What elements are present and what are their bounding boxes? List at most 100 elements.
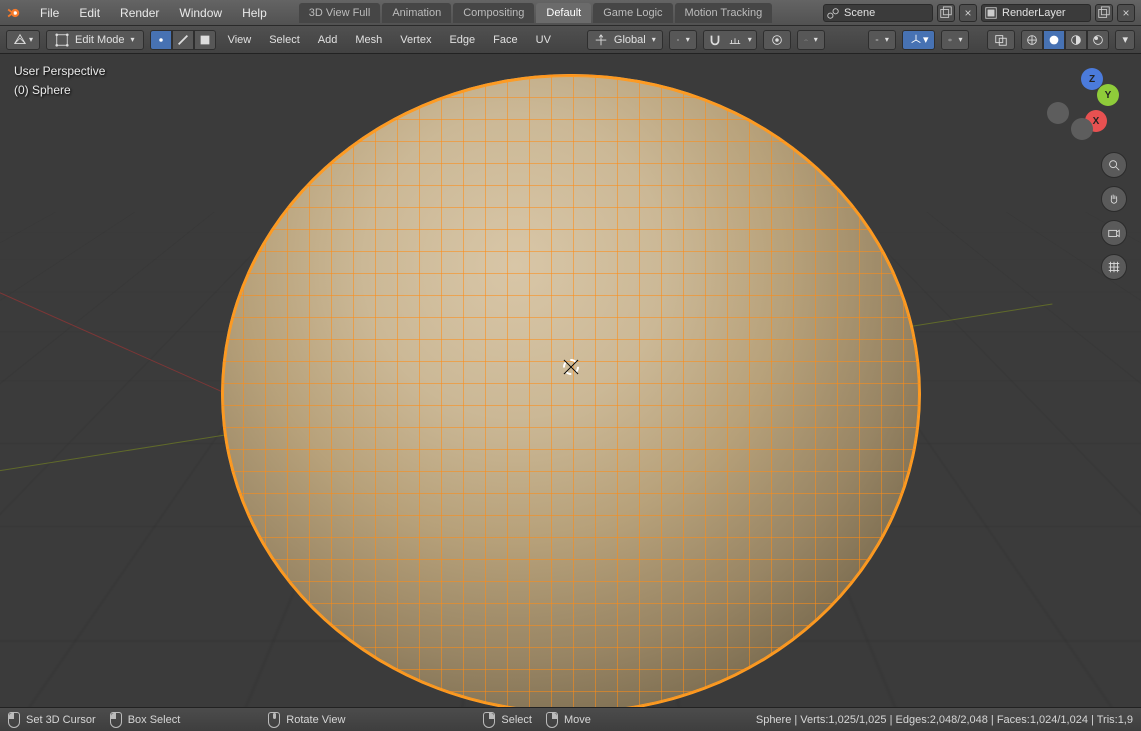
scene-browse-button[interactable] — [937, 4, 955, 22]
viewport-3d[interactable]: User Perspective (0) Sphere Z Y X — [0, 54, 1141, 707]
viewport-menu-edge[interactable]: Edge — [443, 34, 481, 46]
navigation-gizmo[interactable]: Z Y X — [1047, 68, 1119, 140]
viewport-menu-face[interactable]: Face — [487, 34, 523, 46]
menu-file[interactable]: File — [30, 6, 69, 20]
gizmo-axis-neg-y[interactable] — [1047, 102, 1069, 124]
snap-toggle[interactable]: ▾ — [703, 30, 757, 50]
pan-button[interactable] — [1101, 186, 1127, 212]
cursor-3d — [559, 355, 583, 379]
scene-close-button[interactable]: × — [959, 4, 977, 22]
pivot-point[interactable]: ▾ — [669, 30, 697, 50]
mouse-left-icon — [110, 712, 122, 728]
blender-logo-icon[interactable] — [6, 5, 22, 21]
overlays-icon — [948, 33, 952, 47]
workspace-tab-3dviewfull[interactable]: 3D View Full — [299, 3, 381, 23]
menu-edit[interactable]: Edit — [69, 6, 110, 20]
hint-label: Set 3D Cursor — [26, 714, 96, 726]
workspace-tab-compositing[interactable]: Compositing — [453, 3, 534, 23]
mouse-left-icon — [8, 712, 20, 728]
sphere-selection-outline — [221, 74, 921, 707]
xray-toggle[interactable] — [987, 30, 1015, 50]
camera-view-button[interactable] — [1101, 220, 1127, 246]
chevron-down-icon: ▾ — [131, 35, 135, 44]
chevron-down-icon: ▾ — [1122, 33, 1128, 46]
orientation-label: Global — [614, 34, 646, 46]
vertex-select-mode[interactable] — [150, 30, 172, 50]
menu-window[interactable]: Window — [169, 6, 232, 20]
close-icon: × — [1122, 6, 1129, 20]
shading-rendered[interactable] — [1087, 30, 1109, 50]
transform-orientation[interactable]: Global ▾ — [587, 30, 663, 50]
shading-wireframe[interactable] — [1021, 30, 1043, 50]
hint-move: Move — [546, 712, 591, 728]
editor-type-button[interactable]: ▾ — [6, 30, 40, 50]
viewport-menu-view[interactable]: View — [222, 34, 258, 46]
proportional-falloff[interactable]: ▾ — [797, 30, 825, 50]
select-mode-group — [150, 30, 216, 50]
grid-icon — [1107, 260, 1121, 274]
workspace-tab-default[interactable]: Default — [536, 3, 591, 23]
viewport-menu-add[interactable]: Add — [312, 34, 344, 46]
viewport-menu-uv[interactable]: UV — [530, 34, 557, 46]
menu-render[interactable]: Render — [110, 6, 169, 20]
mode-label: Edit Mode — [75, 34, 125, 46]
renderlayer-name-input[interactable] — [1000, 7, 1090, 19]
viewport-overlay-text: User Perspective (0) Sphere — [14, 62, 105, 100]
chevron-down-icon: ▾ — [885, 35, 889, 44]
overlay-object-name: (0) Sphere — [14, 81, 105, 100]
hint-set-3d-cursor: Set 3D Cursor — [8, 712, 96, 728]
scene-icon — [824, 6, 842, 20]
chevron-down-icon: ▾ — [652, 35, 656, 44]
zoom-icon — [1107, 158, 1121, 172]
xray-icon — [994, 33, 1008, 47]
viewport-menu-select[interactable]: Select — [263, 34, 306, 46]
object-visibility[interactable]: ▾ — [868, 30, 896, 50]
edge-select-mode[interactable] — [172, 30, 194, 50]
renderlayer-selector[interactable] — [981, 4, 1091, 22]
orientation-icon — [594, 33, 608, 47]
workspace-tab-animation[interactable]: Animation — [382, 3, 451, 23]
mouse-right-icon — [483, 712, 495, 728]
pivot-icon — [676, 33, 680, 47]
magnet-icon — [708, 33, 722, 47]
hint-rotate-view: Rotate View — [268, 712, 345, 728]
gizmo-toggle[interactable]: ▾ — [902, 30, 936, 50]
shading-options[interactable]: ▾ — [1115, 30, 1135, 50]
chevron-down-icon: ▾ — [748, 35, 752, 44]
mouse-right-icon — [546, 712, 558, 728]
scene-selector[interactable] — [823, 4, 933, 22]
mouse-middle-icon — [268, 712, 280, 728]
gizmo-axis-y[interactable]: Y — [1097, 84, 1119, 106]
viewport-menu-mesh[interactable]: Mesh — [349, 34, 388, 46]
snap-increment-icon — [728, 33, 742, 47]
zoom-button[interactable] — [1101, 152, 1127, 178]
renderlayer-browse-button[interactable] — [1095, 4, 1113, 22]
shading-solid[interactable] — [1043, 30, 1065, 50]
perspective-toggle-button[interactable] — [1101, 254, 1127, 280]
viewport-header: ▾ Edit Mode ▾ View Select Add Mesh Verte… — [0, 26, 1141, 54]
overlay-perspective: User Perspective — [14, 62, 105, 81]
mode-select[interactable]: Edit Mode ▾ — [46, 30, 144, 50]
shading-mode-group — [1021, 30, 1109, 50]
face-select-mode[interactable] — [194, 30, 216, 50]
shading-lookdev[interactable] — [1065, 30, 1087, 50]
workspace-tab-motiontracking[interactable]: Motion Tracking — [675, 3, 773, 23]
workspace-tab-gamelogic[interactable]: Game Logic — [593, 3, 672, 23]
chevron-down-icon: ▾ — [923, 33, 929, 46]
gizmo-icon — [909, 33, 923, 47]
viewport-menu-vertex[interactable]: Vertex — [394, 34, 437, 46]
scene-stats: Sphere | Verts:1,025/1,025 | Edges:2,048… — [756, 714, 1133, 726]
chevron-down-icon: ▾ — [686, 35, 690, 44]
chevron-down-icon: ▾ — [958, 35, 962, 44]
scene-name-input[interactable] — [842, 7, 932, 19]
proportional-edit[interactable] — [763, 30, 791, 50]
sphere-surface — [221, 74, 921, 707]
menu-help[interactable]: Help — [232, 6, 277, 20]
mesh-sphere[interactable] — [221, 74, 921, 707]
gizmo-axis-neg-z[interactable] — [1071, 118, 1093, 140]
overlays-toggle[interactable]: ▾ — [941, 30, 969, 50]
renderlayer-close-button[interactable]: × — [1117, 4, 1135, 22]
falloff-icon — [804, 33, 808, 47]
proportional-icon — [770, 33, 784, 47]
edit-mode-icon — [55, 33, 69, 47]
